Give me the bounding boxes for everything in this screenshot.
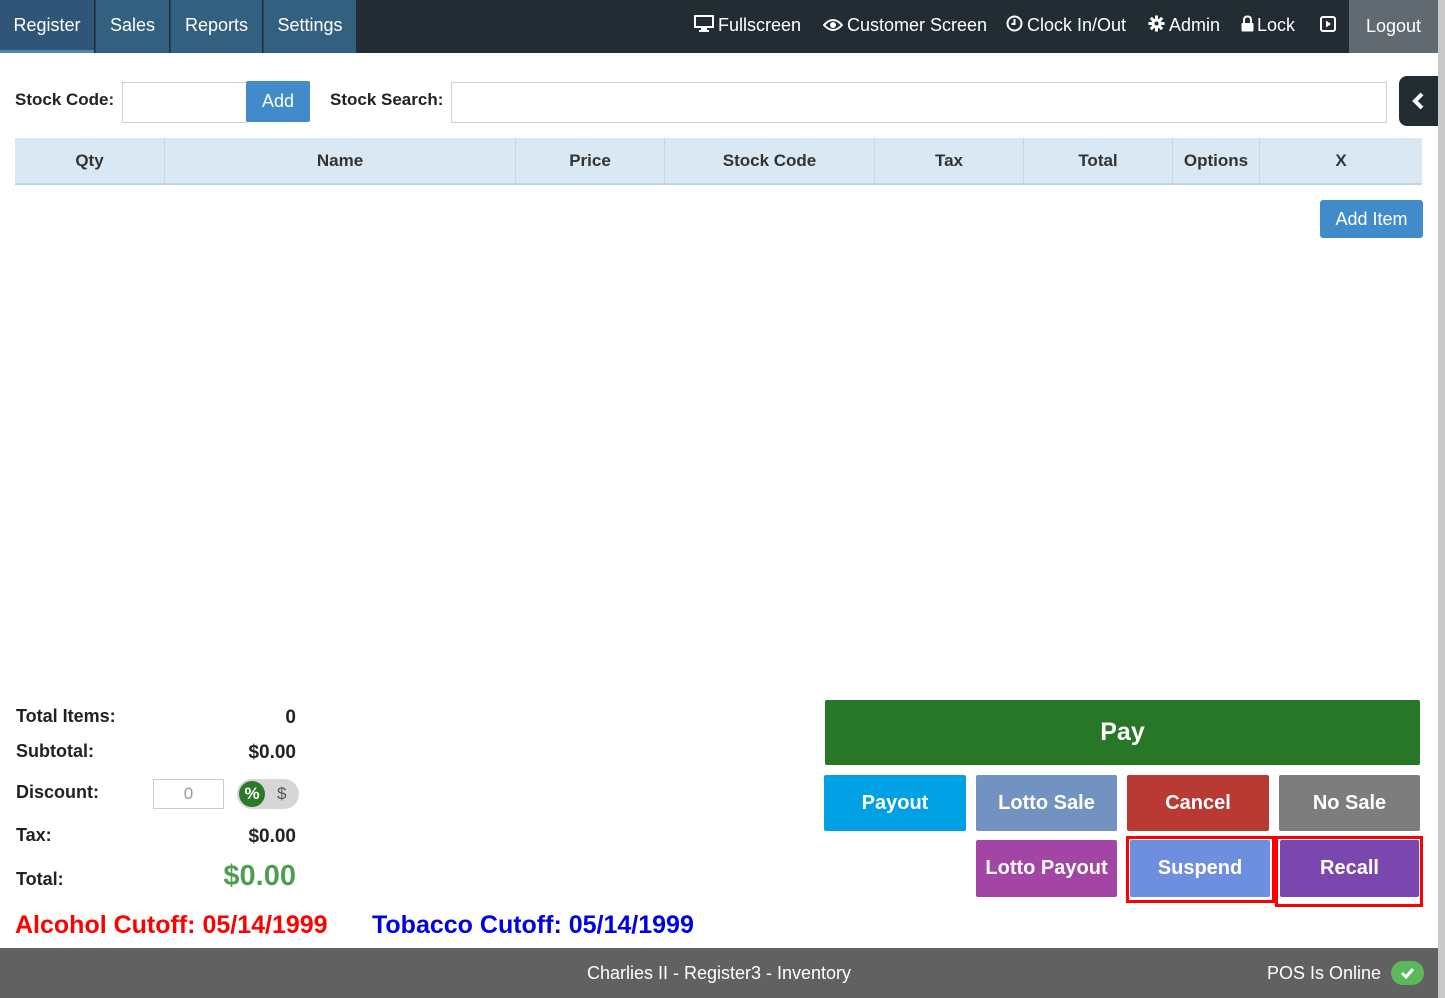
customer-screen-button[interactable]: Customer Screen [822, 0, 988, 53]
recall-highlight [1275, 836, 1423, 907]
grand-total-value: $0.00 [223, 860, 296, 892]
column-qty: Qty [15, 138, 165, 184]
stock-code-input[interactable] [122, 82, 247, 123]
logout-button[interactable]: Logout [1349, 0, 1438, 53]
tab-register[interactable]: Register [0, 0, 94, 53]
alcohol-cutoff: Alcohol Cutoff: 05/14/1999 [15, 911, 328, 939]
tax-value: $0.00 [248, 826, 296, 847]
no-sale-button[interactable]: No Sale [1279, 775, 1420, 831]
column-name: Name [165, 138, 516, 184]
stock-code-label: Stock Code: [15, 90, 115, 109]
suspend-highlight [1126, 836, 1275, 903]
add-item-button[interactable]: Add Item [1320, 200, 1423, 238]
subtotal-value: $0.00 [248, 742, 296, 763]
exit-icon [1320, 1, 1336, 51]
check-icon [1391, 961, 1424, 985]
register-info: Charlies II - Register3 - Inventory [586, 963, 852, 983]
lock-button[interactable]: Lock [1241, 0, 1295, 53]
status-footer: Charlies II - Register3 - Inventory POS … [0, 948, 1438, 998]
add-stock-button[interactable]: Add [246, 81, 310, 122]
scrollbar[interactable] [1438, 0, 1445, 998]
tab-reports[interactable]: Reports [170, 0, 262, 53]
gear-icon [1148, 1, 1165, 51]
discount-input[interactable]: 0 [153, 779, 224, 809]
admin-label: Admin [1169, 15, 1221, 35]
clock-in-out-button[interactable]: Clock In/Out [1006, 0, 1126, 53]
tax-label: Tax: [16, 825, 52, 845]
column-options: Options [1173, 138, 1260, 184]
lotto-payout-button[interactable]: Lotto Payout [976, 840, 1117, 897]
chevron-left-icon [1411, 92, 1425, 115]
eye-icon [822, 1, 844, 51]
pay-button[interactable]: Pay [825, 700, 1420, 765]
dollar-option[interactable]: $ [277, 779, 286, 809]
fullscreen-label: Fullscreen [718, 15, 802, 35]
percent-option[interactable]: % [239, 781, 265, 807]
stock-search-input[interactable] [451, 82, 1387, 123]
online-status-label: POS Is Online [1267, 963, 1382, 983]
collapse-panel-button[interactable] [1399, 76, 1438, 126]
admin-button[interactable]: Admin [1148, 0, 1220, 53]
lock-icon [1241, 1, 1254, 51]
fullscreen-button[interactable]: Fullscreen [694, 0, 801, 53]
payout-button[interactable]: Payout [824, 775, 966, 831]
total-items-value: 0 [285, 707, 296, 728]
stock-search-label: Stock Search: [330, 90, 444, 109]
total-items-label: Total Items: [16, 706, 116, 726]
clock-icon [1006, 1, 1023, 51]
tobacco-cutoff: Tobacco Cutoff: 05/14/1999 [372, 911, 694, 939]
cancel-button[interactable]: Cancel [1127, 775, 1269, 831]
lock-label: Lock [1257, 15, 1296, 35]
lotto-sale-button[interactable]: Lotto Sale [976, 775, 1117, 831]
top-navbar: Register Sales Reports Settings Fullscre… [0, 0, 1445, 53]
tab-sales[interactable]: Sales [95, 0, 169, 53]
subtotal-label: Subtotal: [16, 741, 94, 761]
column-stock-code: Stock Code [665, 138, 875, 184]
clock-label: Clock In/Out [1027, 15, 1127, 35]
column-tax: Tax [875, 138, 1024, 184]
discount-label: Discount: [16, 782, 99, 802]
total-label: Total: [16, 869, 64, 889]
column-remove: X [1335, 151, 1347, 170]
column-total: Total [1024, 138, 1173, 184]
discount-mode-toggle[interactable]: % $ [237, 779, 299, 809]
tab-settings[interactable]: Settings [263, 0, 356, 53]
monitor-icon [694, 1, 714, 51]
exit-button[interactable] [1320, 0, 1340, 53]
cart-table-header: Qty Name Price Stock Code Tax Total Opti… [15, 138, 1422, 185]
customer-screen-label: Customer Screen [847, 15, 988, 35]
column-price: Price [516, 138, 665, 184]
